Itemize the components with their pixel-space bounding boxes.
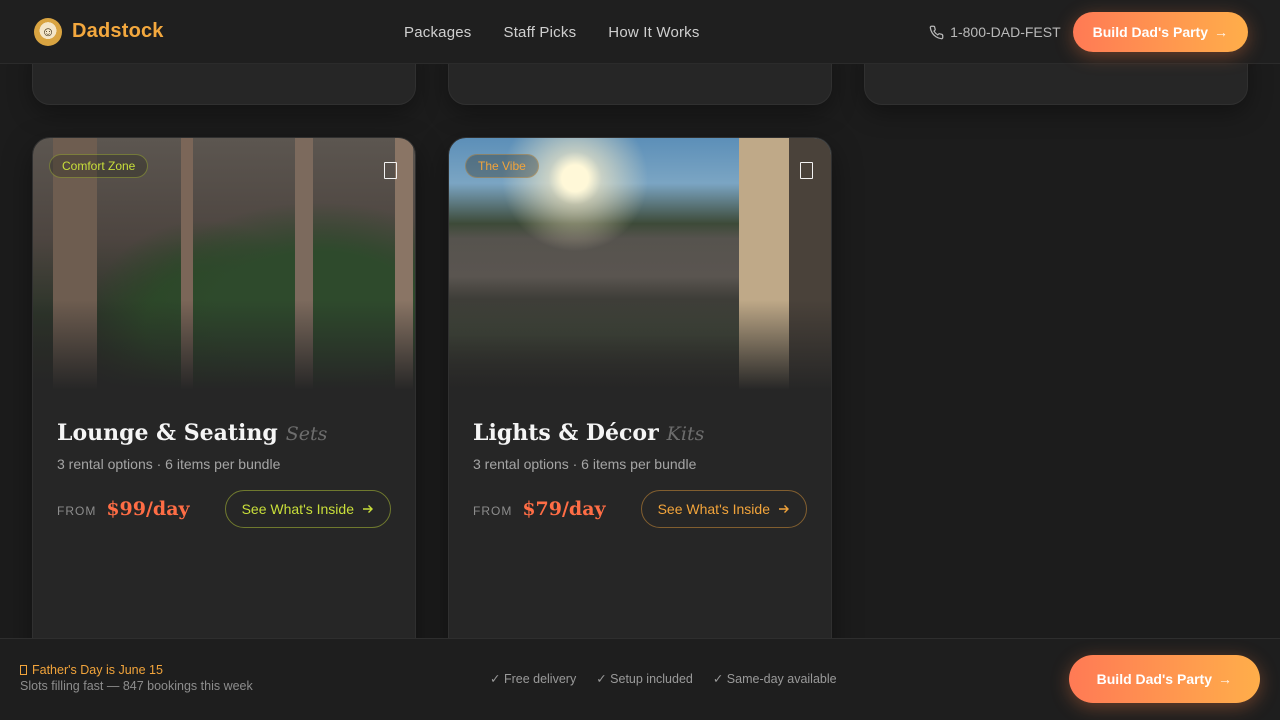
promo-text: Father's Day is June 15 — [32, 663, 163, 677]
price-from-label: FROM — [473, 504, 513, 518]
main-nav: Packages Staff Picks How It Works — [404, 0, 700, 64]
build-party-button[interactable]: Build Dad's Party → — [1072, 12, 1248, 52]
phone-icon — [929, 25, 944, 39]
see-inside-button[interactable]: See What's Inside — [224, 490, 391, 528]
arrow-right-icon: → — [1214, 24, 1228, 40]
card-title-main: Lounge & Seating — [57, 420, 278, 446]
perk-item: ✓ Same-day available — [712, 672, 837, 686]
brand-name: Dadstock — [72, 20, 164, 42]
nav-link-staff-picks[interactable]: Staff Picks — [503, 24, 576, 41]
perk-item: ✓ Free delivery — [490, 672, 577, 686]
brand[interactable]: ☺ Dadstock — [34, 17, 164, 46]
booking-count-text: Slots filling fast — 847 bookings this w… — [20, 679, 253, 693]
arrow-right-icon — [363, 505, 373, 513]
bookmark-icon[interactable] — [800, 162, 813, 179]
see-inside-label: See What's Inside — [657, 501, 770, 517]
footer-build-party-button[interactable]: Build Dad's Party → — [1068, 655, 1260, 703]
nav-link-packages[interactable]: Packages — [404, 24, 471, 41]
perks-list: ✓ Free delivery ✓ Setup included ✓ Same-… — [490, 671, 837, 686]
card-title: Lounge & Seating Sets — [57, 420, 391, 446]
card-meta: 3 rental options · 6 items per bundle — [473, 456, 697, 472]
brand-logo-icon: ☺ — [34, 17, 62, 46]
card-title: Lights & Décor Kits — [473, 420, 807, 446]
card-footer-row: FROM $99/day See What's Inside — [57, 490, 391, 528]
price-from-label: FROM — [57, 504, 97, 518]
header-actions: 1-800-DAD-FEST Build Dad's Party → — [929, 0, 1248, 64]
card-photo-lights: The Vibe — [449, 138, 831, 390]
package-card-lights[interactable]: The Vibe Lights & Décor Kits 3 rental op… — [448, 137, 832, 677]
calendar-icon — [20, 665, 27, 675]
phone-number: 1-800-DAD-FEST — [950, 24, 1061, 40]
build-party-label: Build Dad's Party — [1092, 24, 1208, 40]
card-title-main: Lights & Décor — [473, 420, 659, 446]
price: FROM $79/day — [473, 498, 606, 520]
perk-item: ✓ Setup included — [596, 672, 693, 686]
promo-block: Father's Day is June 15 Slots filling fa… — [20, 663, 253, 693]
category-badge: The Vibe — [465, 154, 539, 178]
card-meta: 3 rental options · 6 items per bundle — [57, 456, 281, 472]
card-title-sub: Sets — [285, 423, 328, 445]
price-amount: $79/day — [522, 498, 606, 520]
see-inside-button[interactable]: See What's Inside — [640, 490, 807, 528]
site-header: ☺ Dadstock Packages Staff Picks How It W… — [0, 0, 1280, 64]
promo-line: Father's Day is June 15 — [20, 663, 253, 677]
arrow-right-icon — [779, 505, 789, 513]
card-footer-row: FROM $79/day See What's Inside — [473, 490, 807, 528]
price: FROM $99/day — [57, 498, 190, 520]
sticky-booking-bar: Father's Day is June 15 Slots filling fa… — [0, 638, 1280, 720]
see-inside-label: See What's Inside — [241, 501, 354, 517]
card-body: Lounge & Seating Sets 3 rental options ·… — [33, 390, 415, 528]
footer-build-party-label: Build Dad's Party — [1096, 671, 1212, 687]
arrow-right-icon: → — [1218, 671, 1232, 687]
category-badge: Comfort Zone — [49, 154, 149, 178]
card-body: Lights & Décor Kits 3 rental options · 6… — [449, 390, 831, 528]
bookmark-icon[interactable] — [384, 162, 397, 179]
price-amount: $99/day — [106, 498, 190, 520]
phone-link[interactable]: 1-800-DAD-FEST — [929, 24, 1061, 40]
package-card-lounge[interactable]: Comfort Zone Lounge & Seating Sets 3 ren… — [32, 137, 416, 677]
card-photo-lounge: Comfort Zone — [33, 138, 415, 390]
card-title-sub: Kits — [666, 423, 705, 445]
nav-link-how-it-works[interactable]: How It Works — [608, 24, 699, 41]
